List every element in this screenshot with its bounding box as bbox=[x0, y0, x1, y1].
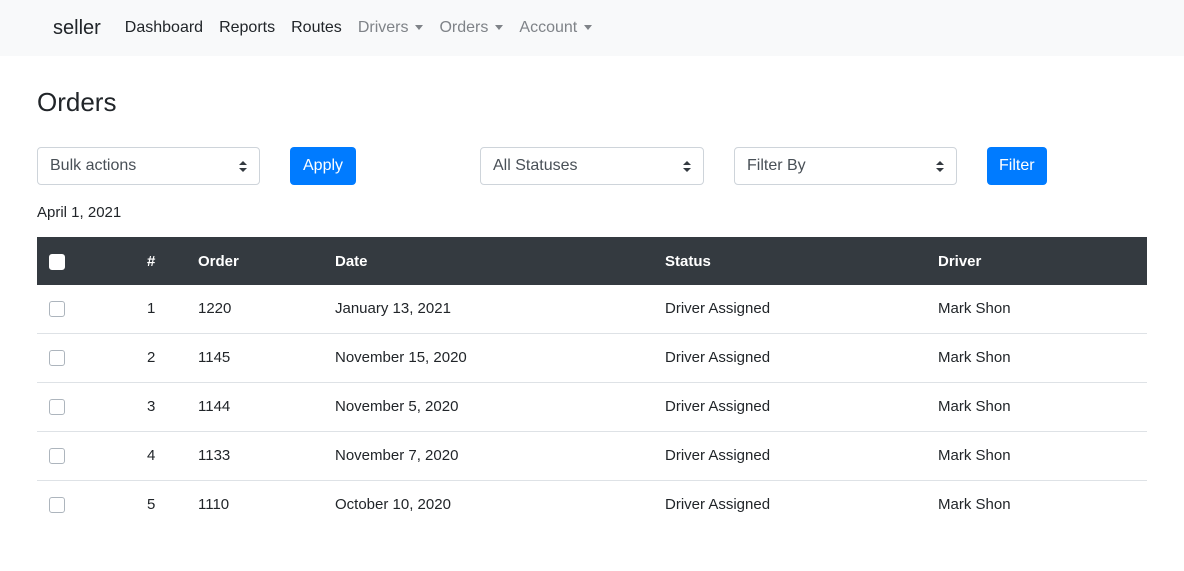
row-status: Driver Assigned bbox=[665, 381, 938, 431]
row-order-id[interactable]: 1145 bbox=[198, 332, 335, 382]
row-number: 5 bbox=[134, 479, 198, 529]
select-all-checkbox[interactable] bbox=[49, 253, 65, 270]
row-driver: Mark Shon bbox=[938, 300, 1011, 318]
nav-account-label: Account bbox=[519, 19, 578, 36]
row-checkbox[interactable] bbox=[49, 497, 65, 514]
nav-orders-label: Orders bbox=[439, 19, 489, 36]
row-status: Driver Assigned bbox=[665, 479, 938, 529]
row-driver: Mark Shon bbox=[938, 479, 1147, 529]
filter-by-value: Filter By bbox=[747, 157, 806, 174]
nav-account-dropdown[interactable]: Account bbox=[519, 19, 593, 37]
row-status: Driver Assigned bbox=[665, 332, 938, 382]
row-checkbox[interactable] bbox=[49, 399, 65, 416]
row-date: October 10, 2020 bbox=[335, 479, 665, 529]
header-status[interactable]: Status bbox=[665, 237, 938, 285]
row-status: Driver Assigned bbox=[665, 430, 938, 480]
row-select-cell bbox=[37, 381, 134, 431]
apply-button[interactable]: Apply bbox=[290, 147, 357, 185]
nav-reports[interactable]: Reports bbox=[219, 19, 275, 37]
orders-table: # Order Date Status Driver 1 1220 Januar… bbox=[37, 237, 1147, 529]
nav-reports-label: Reports bbox=[219, 19, 276, 36]
row-driver: Mark Shon bbox=[938, 332, 1147, 382]
row-select-cell bbox=[37, 332, 134, 382]
filter-button[interactable]: Filter bbox=[987, 147, 1047, 185]
status-filter-value: All Statuses bbox=[493, 157, 578, 174]
row-driver: Mark Shon bbox=[938, 430, 1147, 480]
nav-drivers-label: Drivers bbox=[357, 19, 409, 36]
table-row: 5 1110 October 10, 2020 Driver Assigned … bbox=[37, 479, 1147, 529]
nav-drivers-dropdown[interactable]: Drivers bbox=[358, 19, 424, 37]
table-row: 4 1133 November 7, 2020 Driver Assigned … bbox=[37, 430, 1147, 480]
row-number: 4 bbox=[134, 430, 198, 480]
row-date: January 13, 2021 bbox=[335, 300, 451, 318]
table-header-row: # Order Date Status Driver bbox=[37, 237, 1147, 285]
header-select-all bbox=[37, 237, 134, 285]
controls-bar: Bulk actions Apply All Statuses Filter B… bbox=[37, 147, 1147, 185]
row-driver: Mark Shon bbox=[938, 381, 1147, 431]
nav-dashboard-label: Dashboard bbox=[124, 19, 204, 36]
row-date: November 7, 2020 bbox=[335, 430, 665, 480]
select-arrows-icon bbox=[936, 161, 944, 173]
row-select-cell bbox=[37, 479, 134, 529]
row-date: November 5, 2020 bbox=[335, 381, 665, 431]
row-order-id[interactable]: 1133 bbox=[198, 430, 335, 480]
row-number: 1 bbox=[147, 300, 156, 318]
nav-orders-dropdown[interactable]: Orders bbox=[439, 19, 504, 37]
filter-by-select[interactable]: Filter By bbox=[734, 147, 957, 185]
nav-routes-label: Routes bbox=[291, 19, 342, 36]
bulk-actions-value: Bulk actions bbox=[50, 157, 137, 174]
row-number: 2 bbox=[134, 332, 198, 382]
row-order-id[interactable]: 1110 bbox=[198, 479, 335, 529]
caret-down-icon bbox=[584, 24, 593, 30]
select-arrows-icon bbox=[239, 161, 247, 173]
row-checkbox[interactable] bbox=[49, 301, 65, 318]
caret-down-icon bbox=[495, 24, 504, 30]
table-row: 3 1144 November 5, 2020 Driver Assigned … bbox=[37, 381, 1147, 431]
header-number: # bbox=[147, 252, 156, 270]
page-title: Orders bbox=[37, 87, 117, 117]
caret-down-icon bbox=[415, 24, 424, 30]
table-row: 1 1220 January 13, 2021 Driver Assigned … bbox=[37, 285, 1147, 333]
select-arrows-icon bbox=[683, 161, 691, 173]
row-number: 3 bbox=[134, 381, 198, 431]
table-row: 2 1145 November 15, 2020 Driver Assigned… bbox=[37, 332, 1147, 382]
row-checkbox[interactable] bbox=[49, 448, 65, 465]
row-status: Driver Assigned bbox=[665, 300, 771, 318]
header-driver[interactable]: Driver bbox=[938, 237, 1147, 285]
row-select-cell bbox=[37, 430, 134, 480]
navbar: seller Dashboard Reports Routes Drivers … bbox=[0, 0, 1184, 56]
row-checkbox[interactable] bbox=[49, 350, 65, 367]
row-date: November 15, 2020 bbox=[335, 332, 665, 382]
main-content: Orders Bulk actions Apply All Statuses F… bbox=[0, 87, 1184, 529]
current-date: April 1, 2021 bbox=[37, 204, 122, 221]
brand-logo[interactable]: seller bbox=[53, 17, 101, 40]
status-filter-select[interactable]: All Statuses bbox=[480, 147, 704, 185]
nav-dashboard[interactable]: Dashboard bbox=[125, 19, 203, 37]
row-order-id[interactable]: 1144 bbox=[198, 381, 335, 431]
row-order-id[interactable]: 1220 bbox=[198, 285, 335, 333]
header-date[interactable]: Date bbox=[335, 237, 665, 285]
bulk-actions-select[interactable]: Bulk actions bbox=[37, 147, 260, 185]
nav-routes[interactable]: Routes bbox=[291, 19, 342, 37]
header-order[interactable]: Order bbox=[198, 237, 335, 285]
row-select-cell bbox=[37, 285, 134, 333]
